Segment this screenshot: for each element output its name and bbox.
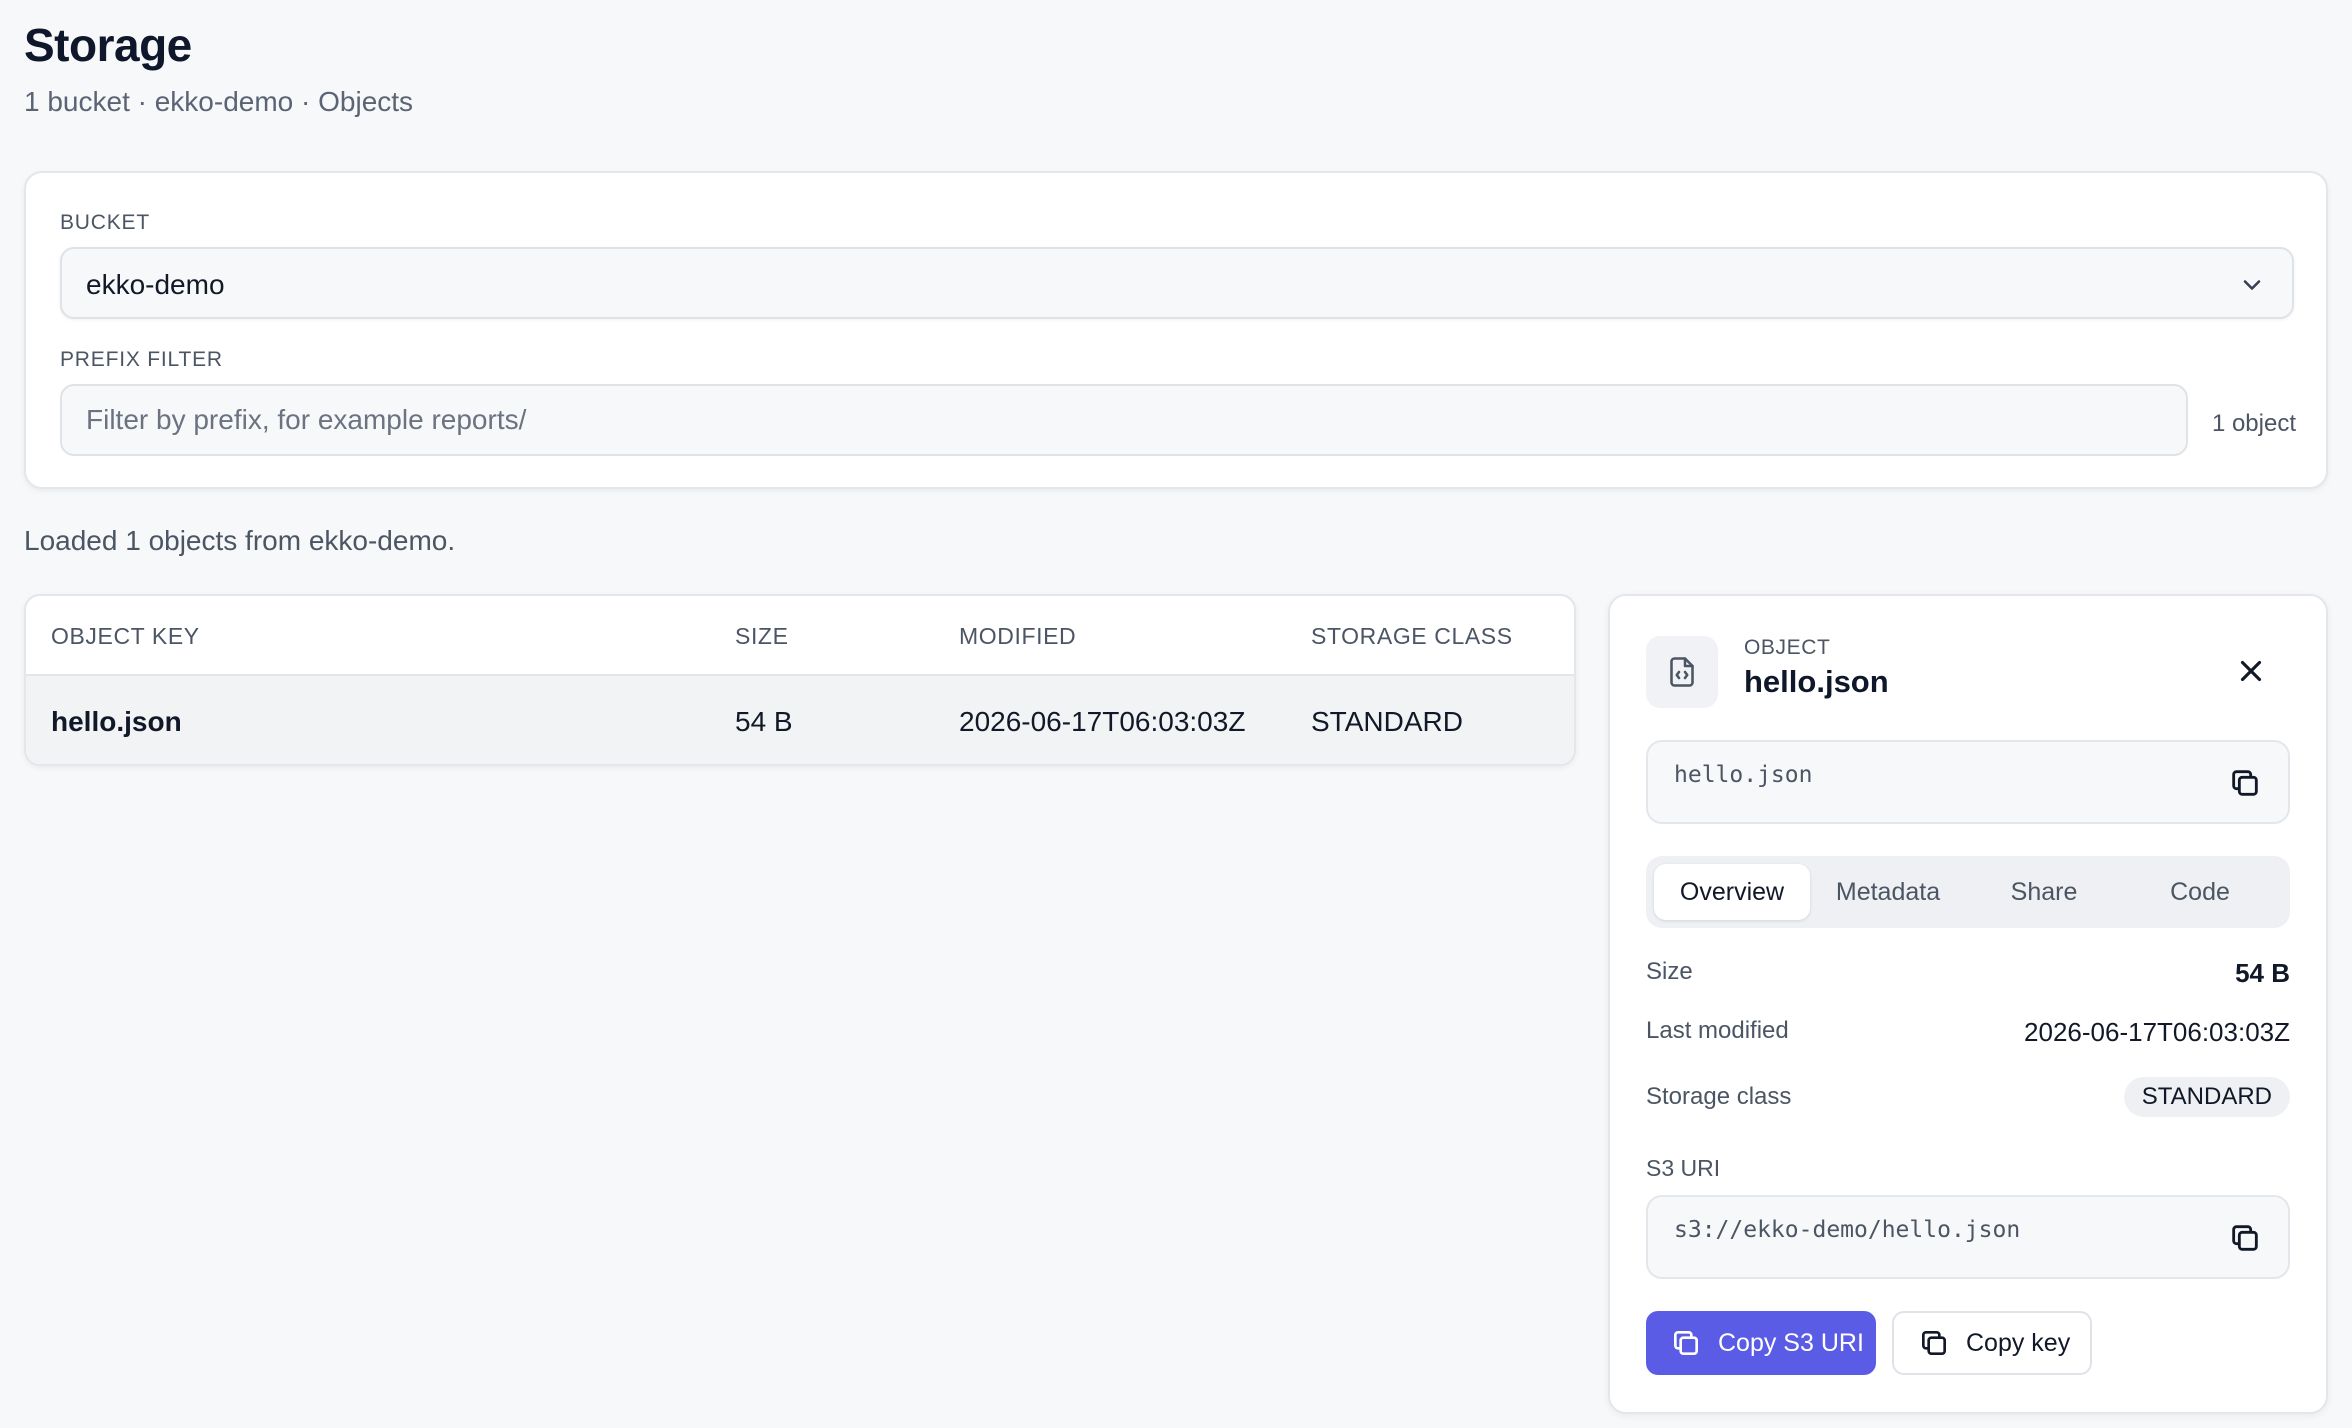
copy-s3-uri-button[interactable]: Copy S3 URI — [1646, 1311, 1876, 1375]
objects-table: OBJECT KEY SIZE MODIFIED STORAGE CLASS h… — [24, 594, 1576, 766]
tab-metadata[interactable]: Metadata — [1810, 864, 1966, 920]
cell-size: 54 B — [735, 706, 793, 737]
object-count: 1 object — [2211, 410, 2296, 437]
file-code-icon — [1670, 657, 1694, 687]
copy-icon — [1674, 1331, 1698, 1355]
copy-icon[interactable] — [2228, 1221, 2262, 1255]
table-header: OBJECT KEY SIZE MODIFIED STORAGE CLASS — [26, 596, 1574, 676]
cell-object-key: hello.json — [51, 706, 182, 737]
tab-overview[interactable]: Overview — [1654, 864, 1810, 920]
cell-storage-class: STANDARD — [1311, 706, 1463, 737]
object-detail-panel: OBJECT hello.json hello.json Overview Me… — [1608, 594, 2328, 1414]
detail-tabs: Overview Metadata Share Code — [1646, 856, 2290, 928]
filter-card: BUCKET ekko-demo PREFIX FILTER 1 object — [24, 171, 2328, 489]
size-label: Size — [1646, 958, 1693, 985]
page-title: Storage — [24, 19, 192, 71]
tab-share[interactable]: Share — [1966, 864, 2122, 920]
column-header-modified[interactable]: MODIFIED — [959, 623, 1076, 650]
close-icon[interactable] — [2234, 654, 2268, 688]
copy-s3-uri-label: Copy S3 URI — [1718, 1328, 1864, 1357]
bucket-select-value: ekko-demo — [86, 269, 225, 300]
s3-uri-code: s3://ekko-demo/hello.json — [1674, 1217, 2021, 1243]
tab-code[interactable]: Code — [2122, 864, 2278, 920]
table-row[interactable]: hello.json 54 B 2026-06-17T06:03:03Z STA… — [26, 676, 1574, 764]
s3-uri-label: S3 URI — [1646, 1155, 1721, 1181]
object-key-box: hello.json — [1646, 740, 2290, 824]
chevron-down-icon — [2243, 280, 2261, 290]
storage-class-badge: STANDARD — [2123, 1077, 2290, 1117]
copy-icon — [1922, 1331, 1946, 1355]
size-value: 54 B — [2235, 958, 2290, 988]
column-header-storage-class[interactable]: STORAGE CLASS — [1311, 623, 1513, 650]
prefix-filter-label: PREFIX FILTER — [60, 348, 223, 371]
object-key-code: hello.json — [1674, 762, 1813, 788]
panel-kicker: OBJECT — [1744, 636, 1831, 659]
copy-icon[interactable] — [2228, 766, 2262, 800]
copy-key-button[interactable]: Copy key — [1892, 1311, 2092, 1375]
storage-class-label: Storage class — [1646, 1083, 1792, 1110]
prefix-filter-input[interactable] — [60, 384, 2188, 456]
bucket-label: BUCKET — [60, 211, 150, 234]
bucket-select[interactable]: ekko-demo — [60, 247, 2294, 319]
column-header-object-key[interactable]: OBJECT KEY — [51, 623, 200, 650]
last-modified-value: 2026-06-17T06:03:03Z — [2024, 1017, 2290, 1047]
s3-uri-box: s3://ekko-demo/hello.json — [1646, 1195, 2290, 1279]
copy-key-label: Copy key — [1966, 1328, 2071, 1357]
last-modified-label: Last modified — [1646, 1017, 1789, 1044]
panel-title: hello.json — [1744, 664, 1889, 699]
column-header-size[interactable]: SIZE — [735, 623, 789, 650]
status-message: Loaded 1 objects from ekko-demo. — [24, 525, 456, 556]
file-icon-box — [1646, 636, 1718, 708]
page-subtitle: 1 bucket · ekko-demo · Objects — [24, 86, 414, 117]
cell-modified: 2026-06-17T06:03:03Z — [959, 706, 1246, 737]
